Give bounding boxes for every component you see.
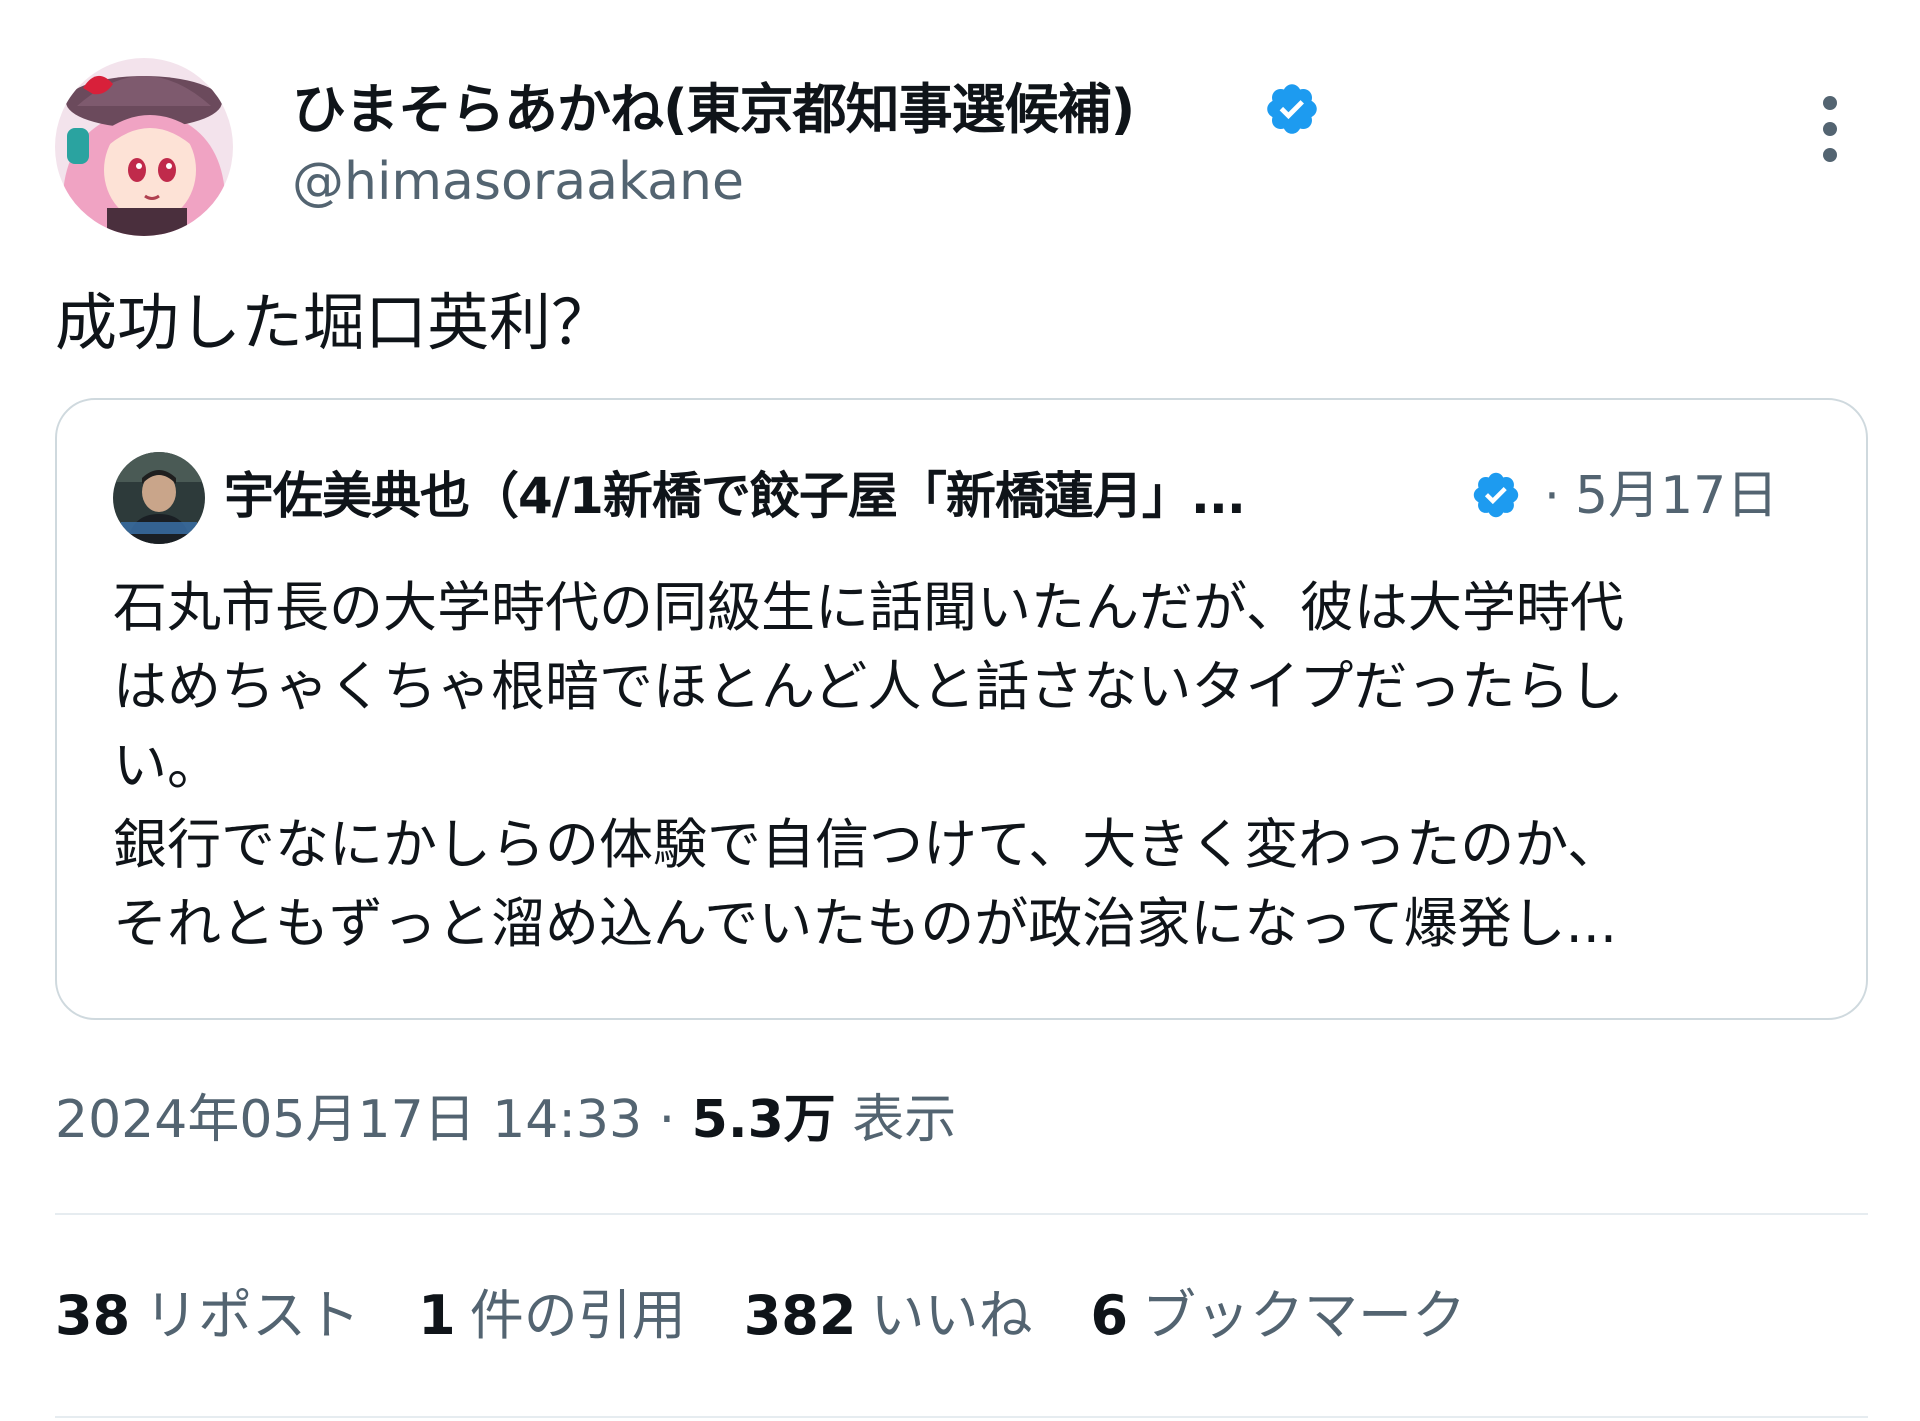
quote-text-line: 石丸市長の大学時代の同級生に話聞いたんだが、彼は大学時代 — [113, 576, 1624, 639]
more-dot-icon — [1823, 148, 1837, 162]
man-avatar-icon — [113, 452, 205, 544]
quotes-label: 件の引用 — [469, 1284, 686, 1347]
bookmarks-label: ブックマーク — [1142, 1284, 1467, 1347]
author-handle[interactable]: @himasoraakane — [292, 147, 744, 217]
reposts-label: リポスト — [144, 1284, 361, 1347]
tweet-detail: ひまそらあかね(東京都知事選候補) @himasoraakane 成功した堀口英… — [0, 0, 1920, 1421]
more-dot-icon — [1823, 122, 1837, 136]
bookmarks-count: 6 — [1090, 1284, 1129, 1347]
reposts-stat[interactable]: 38 リポスト — [55, 1276, 360, 1356]
quote-text: 石丸市長の大学時代の同級生に話聞いたんだが、彼は大学時代 はめちゃくちゃ根暗でほ… — [113, 568, 1833, 963]
views-label: 表示 — [835, 1090, 957, 1150]
author-avatar[interactable] — [55, 58, 233, 236]
bookmarks-stat[interactable]: 6 ブックマーク — [1090, 1276, 1466, 1356]
quote-text-line: 銀行でなにかしらの体験で自信つけて、大きく変わったのか、 — [113, 813, 1622, 876]
verified-badge-icon — [1473, 472, 1519, 518]
reposts-count: 38 — [55, 1284, 131, 1347]
likes-count: 382 — [743, 1284, 857, 1347]
quote-author-avatar[interactable] — [113, 452, 205, 544]
tweet-timestamp[interactable]: 2024年05月17日 14:33 — [55, 1090, 642, 1150]
more-options-button[interactable] — [1808, 96, 1852, 162]
quote-text-line: それともずっと溜め込んでいたものが政治家になって爆発し... — [113, 892, 1618, 955]
more-dot-icon — [1823, 96, 1837, 110]
quotes-stat[interactable]: 1 件の引用 — [418, 1276, 686, 1356]
quoted-tweet-card[interactable]: 宇佐美典也（4/1新橋で餃子屋「新橋蓮月」... · 5月17日 石丸市長の大学… — [55, 398, 1868, 1020]
meta-separator: · — [642, 1090, 692, 1150]
engagement-stats: 38 リポスト 1 件の引用 382 いいね 6 ブックマーク — [55, 1276, 1524, 1356]
quote-date[interactable]: 5月17日 — [1575, 456, 1778, 536]
tweet-meta: 2024年05月17日 14:33 · 5.3万 表示 — [55, 1080, 956, 1160]
views-count: 5.3万 — [691, 1090, 836, 1150]
divider — [55, 1416, 1868, 1418]
quote-text-line: はめちゃくちゃ根暗でほとんど人と話さないタイプだったらし — [113, 655, 1624, 718]
quote-text-line: い。 — [113, 734, 221, 797]
tweet-text: 成功した堀口英利？ — [55, 286, 614, 359]
quote-author-name[interactable]: 宇佐美典也（4/1新橋で餃子屋「新橋蓮月」... — [224, 456, 1507, 536]
likes-stat[interactable]: 382 いいね — [744, 1276, 1033, 1356]
anime-girl-avatar-icon — [55, 58, 233, 236]
quotes-count: 1 — [418, 1284, 456, 1347]
divider — [55, 1213, 1868, 1215]
likes-label: いいね — [870, 1284, 1033, 1347]
author-name[interactable]: ひまそらあかね(東京都知事選候補) — [292, 70, 1135, 150]
quote-separator: · — [1544, 467, 1560, 525]
verified-badge-icon — [1267, 84, 1317, 134]
